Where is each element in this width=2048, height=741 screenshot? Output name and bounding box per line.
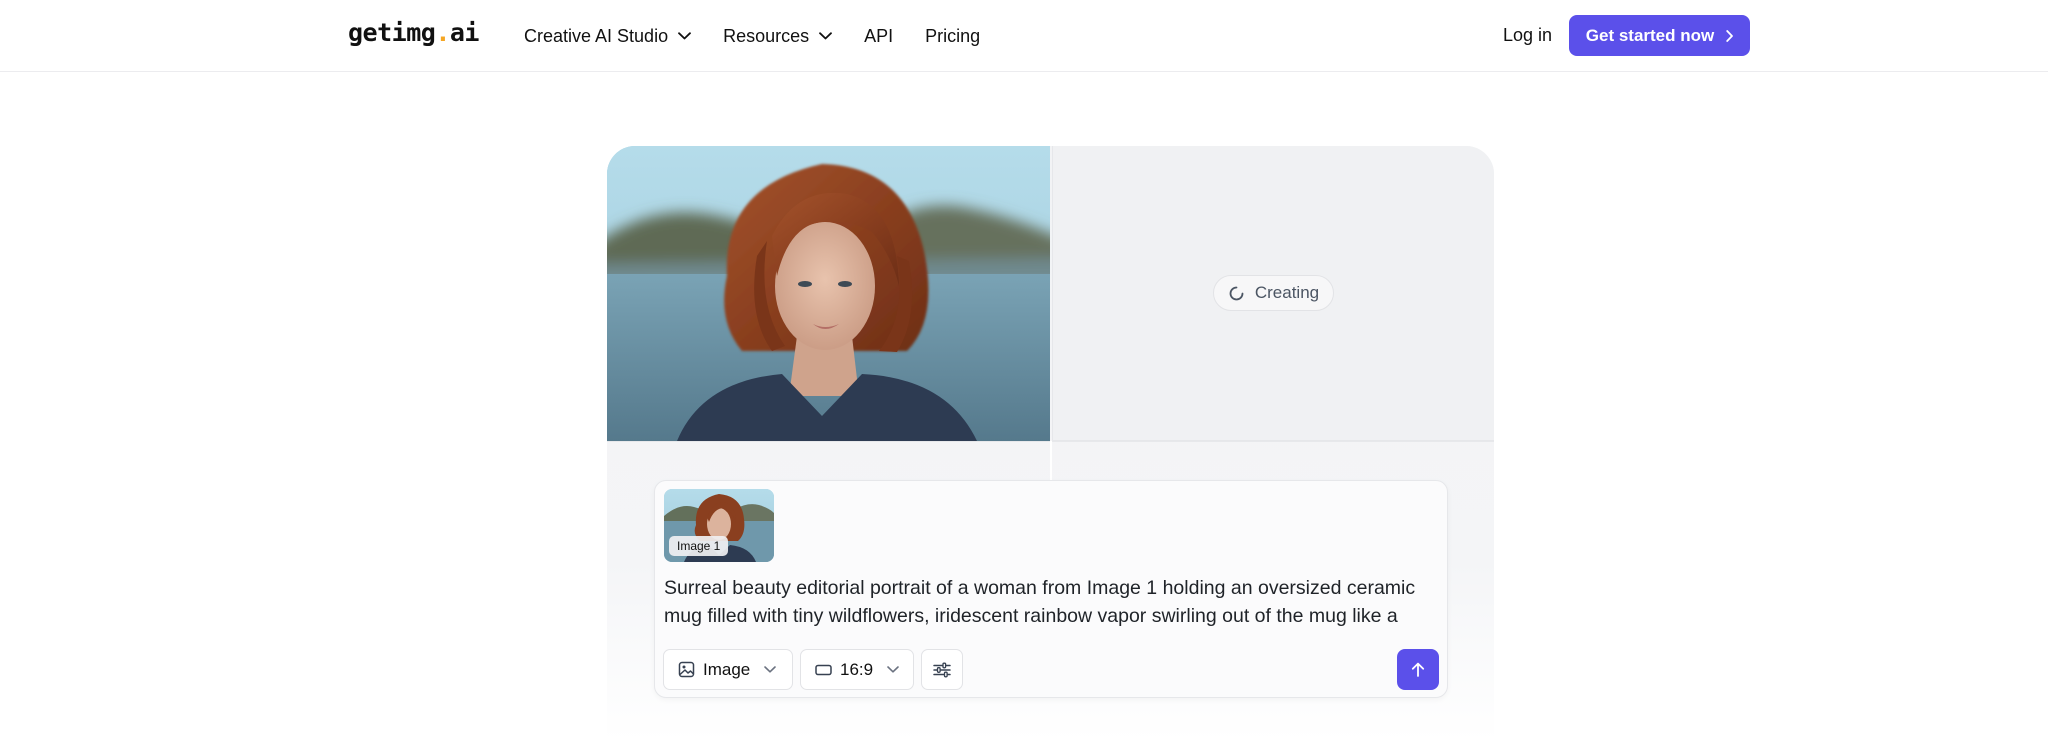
chevron-right-icon	[1726, 29, 1734, 42]
chevron-down-icon	[819, 32, 833, 40]
arrow-up-icon	[1411, 662, 1425, 677]
sliders-icon	[933, 662, 951, 677]
chevron-down-icon	[764, 666, 777, 673]
prompt-input[interactable]: Surreal beauty editorial portrait of a w…	[664, 574, 1434, 630]
top-nav: getimg.ai Creative AI Studio Resources A…	[0, 0, 2048, 72]
creating-label: Creating	[1254, 283, 1320, 302]
nav-creative-ai-studio[interactable]: Creative AI Studio	[524, 26, 691, 47]
nav-link-label: Resources	[723, 25, 810, 46]
nav-links: Creative AI Studio Resources API Pricing	[524, 0, 1012, 72]
prompt-box: Image 1 Surreal beauty editorial portrai…	[654, 480, 1448, 698]
aspect-ratio-label: 16:9	[840, 659, 874, 679]
get-started-label: Get started now	[1585, 25, 1715, 45]
settings-button[interactable]	[921, 649, 963, 690]
send-button[interactable]	[1397, 649, 1439, 690]
logo-tld: ai	[449, 18, 480, 47]
logo-dot: .	[435, 18, 450, 47]
image-icon	[678, 661, 695, 678]
nav-link-label: Pricing	[925, 25, 981, 46]
portrait-illustration	[607, 146, 1050, 441]
nav-api[interactable]: API	[864, 26, 893, 47]
login-link[interactable]: Log in	[1503, 25, 1552, 46]
attached-image-thumbnail[interactable]: Image 1	[664, 489, 774, 562]
mode-select[interactable]: Image	[663, 649, 793, 690]
nav-pricing[interactable]: Pricing	[925, 26, 980, 47]
mode-label: Image	[703, 659, 751, 679]
logo-main: getimg	[348, 18, 436, 47]
reference-photo[interactable]	[607, 146, 1050, 441]
get-started-button[interactable]: Get started now	[1569, 15, 1750, 56]
chevron-down-icon	[678, 32, 691, 40]
nav-link-label: Creative AI Studio	[524, 25, 669, 46]
nav-resources[interactable]: Resources	[723, 25, 833, 47]
spinner-icon	[1229, 286, 1244, 300]
attachment-label: Image 1	[669, 536, 729, 556]
logo[interactable]: getimg.ai	[348, 18, 479, 47]
aspect-ratio-icon	[815, 664, 832, 675]
chevron-down-icon	[887, 666, 899, 673]
nav-link-label: API	[864, 25, 894, 46]
pending-image-tile: Creating	[1052, 146, 1494, 441]
aspect-ratio-select[interactable]: 16:9	[800, 649, 914, 690]
creating-status: Creating	[1212, 275, 1335, 311]
